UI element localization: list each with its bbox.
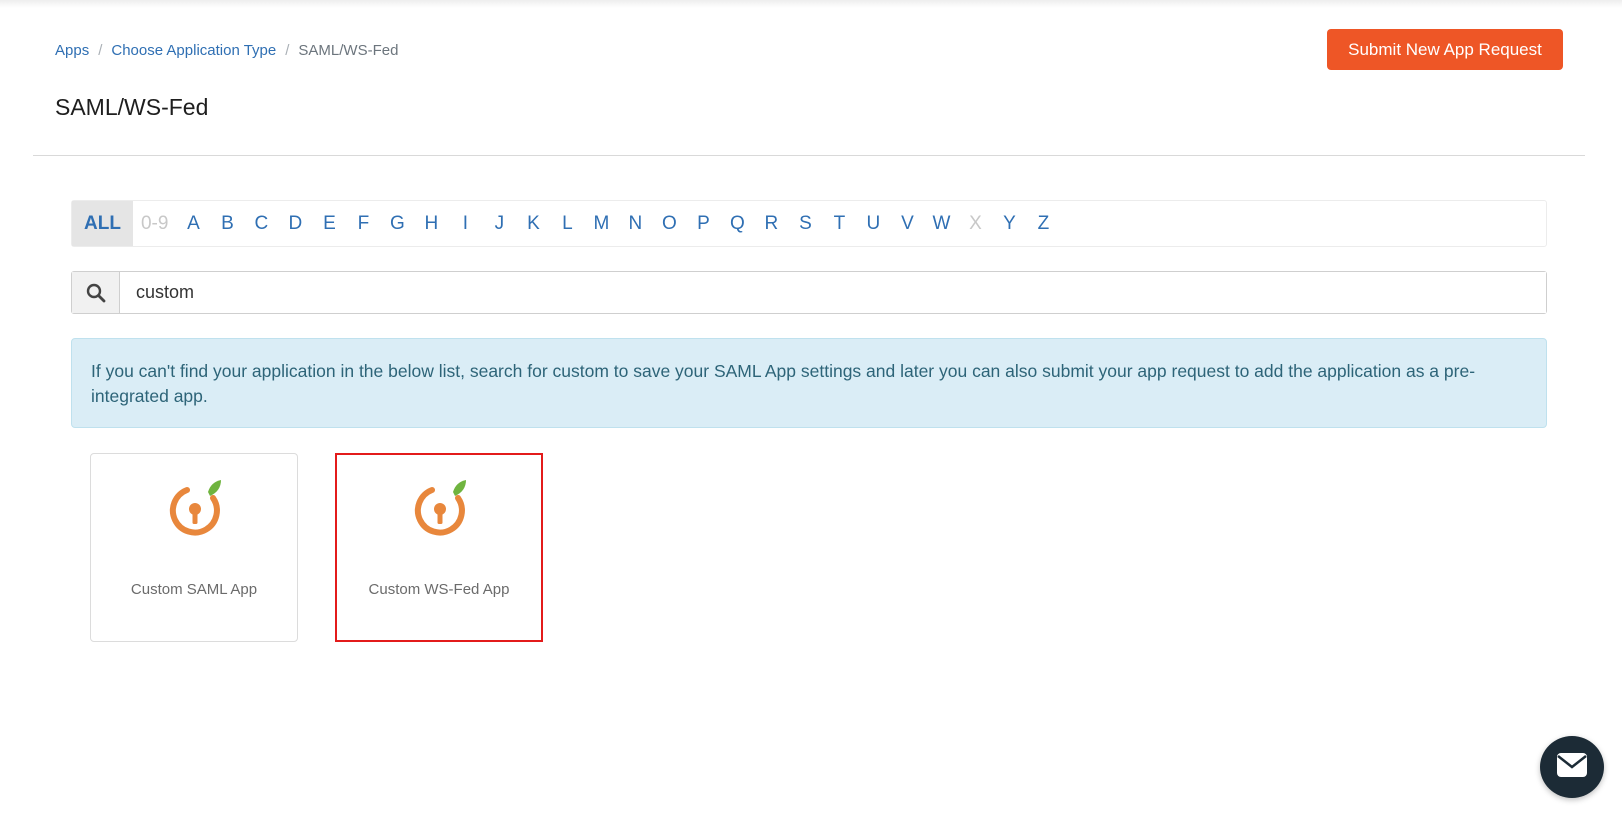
divider — [33, 155, 1585, 156]
breadcrumb-apps-link[interactable]: Apps — [55, 42, 89, 59]
breadcrumb-current: SAML/WS-Fed — [298, 42, 399, 59]
breadcrumb: Apps / Choose Application Type / SAML/WS… — [55, 42, 398, 59]
app-keyhole-icon — [410, 476, 470, 536]
alpha-filter-b[interactable]: B — [210, 201, 244, 246]
submit-new-app-request-button[interactable]: Submit New App Request — [1327, 29, 1563, 70]
alpha-filter-z[interactable]: Z — [1026, 201, 1060, 246]
alpha-filter-0-9: 0-9 — [140, 212, 169, 234]
chat-button[interactable] — [1540, 736, 1604, 798]
alpha-filter-v[interactable]: V — [890, 201, 924, 246]
alpha-filter-s[interactable]: S — [788, 201, 822, 246]
alpha-filter-l[interactable]: L — [550, 201, 584, 246]
alpha-filter-q[interactable]: Q — [720, 201, 754, 246]
breadcrumb-choose-type-link[interactable]: Choose Application Type — [111, 42, 276, 59]
alpha-filter-m[interactable]: M — [584, 201, 618, 246]
alpha-filter-p[interactable]: P — [686, 201, 720, 246]
alpha-filter-c[interactable]: C — [244, 201, 278, 246]
alpha-filter-k[interactable]: K — [516, 201, 550, 246]
search-group — [71, 271, 1547, 314]
search-input[interactable] — [120, 272, 1546, 313]
alpha-filter-x: X — [969, 212, 982, 234]
breadcrumb-separator: / — [285, 42, 290, 59]
search-icon[interactable] — [72, 272, 120, 313]
page-title: SAML/WS-Fed — [55, 94, 209, 120]
alpha-filter-y[interactable]: Y — [992, 201, 1026, 246]
breadcrumb-separator: / — [98, 42, 103, 59]
app-card-custom-saml[interactable]: Custom SAML App — [90, 453, 298, 642]
mail-icon — [1556, 752, 1588, 783]
alpha-filter-t[interactable]: T — [822, 201, 856, 246]
alpha-filter-h[interactable]: H — [414, 201, 448, 246]
alpha-filter-j[interactable]: J — [482, 201, 516, 246]
app-card-name: Custom WS-Fed App — [368, 581, 510, 598]
alpha-filter-n[interactable]: N — [618, 201, 652, 246]
alpha-filter-i[interactable]: I — [448, 201, 482, 246]
info-alert: If you can't find your application in th… — [71, 338, 1547, 428]
app-keyhole-icon — [165, 476, 225, 536]
alpha-filter-d[interactable]: D — [278, 201, 312, 246]
alpha-filter-w[interactable]: W — [924, 201, 958, 246]
app-card-name: Custom SAML App — [130, 581, 258, 598]
alpha-filter-all[interactable]: ALL — [72, 201, 133, 246]
alpha-filter-e[interactable]: E — [312, 201, 346, 246]
alpha-filter-a[interactable]: A — [176, 201, 210, 246]
alpha-filter-g[interactable]: G — [380, 201, 414, 246]
alpha-filter-u[interactable]: U — [856, 201, 890, 246]
alpha-filter-r[interactable]: R — [754, 201, 788, 246]
top-shadow — [0, 0, 1622, 8]
alpha-filter-o[interactable]: O — [652, 201, 686, 246]
alpha-filter-f[interactable]: F — [346, 201, 380, 246]
alphabet-filter-bar: ALL 0-9 A B C D E F G H I J K L M N O P Q R S T U V W X Y Z — [71, 200, 1547, 247]
app-card-custom-ws-fed[interactable]: Custom WS-Fed App — [335, 453, 543, 642]
